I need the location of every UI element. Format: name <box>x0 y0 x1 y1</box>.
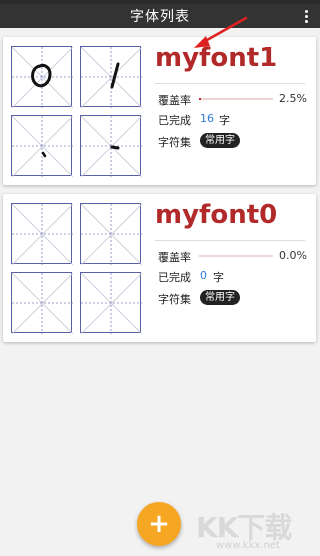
glyph-cell <box>80 272 142 334</box>
coverage-bar-fill <box>199 98 202 100</box>
glyph-cell <box>11 46 73 108</box>
glyph-grid <box>12 273 73 334</box>
glyph-grid <box>81 204 142 265</box>
more-vert-icon[interactable] <box>300 6 312 26</box>
add-icon: + <box>148 509 170 539</box>
font-card-myfont0[interactable]: myfont0 覆盖率 0.0% 已完成 0 字 字符集 常用字 <box>3 194 316 342</box>
font-card-myfont1[interactable]: myfont1 覆盖率 2.5% 已完成 16 字 字符集 常用字 <box>3 37 316 185</box>
coverage-label: 覆盖率 <box>158 94 191 107</box>
coverage-bar <box>199 98 273 100</box>
annotation-arrow-icon <box>194 16 248 48</box>
completed-unit: 字 <box>213 271 224 284</box>
completed-count: 16 <box>200 112 214 125</box>
font-name: myfont0 <box>155 200 278 230</box>
glyph-grid <box>81 47 142 108</box>
coverage-bar <box>199 255 273 257</box>
completed-count: 0 <box>200 269 207 282</box>
add-font-button[interactable]: + <box>137 502 181 546</box>
glyph-grid <box>81 273 142 334</box>
coverage-percent: 0.0% <box>279 249 307 262</box>
glyph-cell <box>80 115 142 177</box>
coverage-percent: 2.5% <box>279 92 307 105</box>
glyph-cell <box>11 203 73 265</box>
page-title: 字体列表 <box>130 9 190 25</box>
charset-badge[interactable]: 常用字 <box>200 133 240 148</box>
completed-label: 已完成 <box>158 114 191 127</box>
divider <box>155 240 305 241</box>
glyph-grid <box>81 116 142 177</box>
glyph-cell <box>11 115 73 177</box>
watermark-url: www.kkx.net <box>216 540 280 551</box>
glyph-grid <box>12 204 73 265</box>
charset-badge[interactable]: 常用字 <box>200 290 240 305</box>
glyph-cell <box>11 272 73 334</box>
glyph-cell <box>80 46 142 108</box>
glyph-grid <box>12 47 73 108</box>
completed-label: 已完成 <box>158 271 191 284</box>
charset-label: 字符集 <box>158 293 191 306</box>
coverage-label: 覆盖率 <box>158 251 191 264</box>
completed-unit: 字 <box>219 114 230 127</box>
charset-label: 字符集 <box>158 136 191 149</box>
divider <box>155 83 305 84</box>
app-bar: 字体列表 <box>0 4 320 28</box>
glyph-grid <box>12 116 73 177</box>
glyph-cell <box>80 203 142 265</box>
